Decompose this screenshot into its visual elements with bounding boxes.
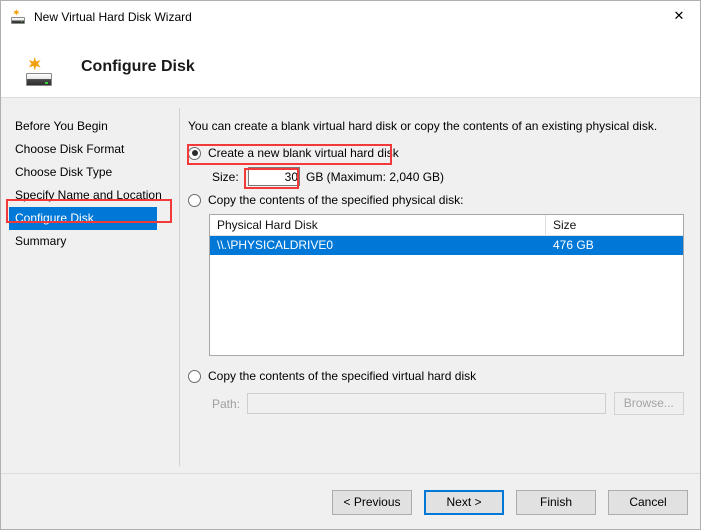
radio-label-create-blank-disk: Create a new blank virtual hard disk [208,146,399,160]
disk-list-header: Physical Hard Disk Size [210,215,683,236]
wizard-steps-sidebar: Before You Begin Choose Disk Format Choo… [1,115,179,253]
table-row[interactable]: \\.\PHYSICALDRIVE0 476 GB [210,236,683,255]
previous-button[interactable]: < Previous [332,490,412,515]
path-row: Path: Browse... [212,392,685,415]
sidebar-item-specify-name-and-location[interactable]: Specify Name and Location [1,184,179,207]
disk-body [25,72,53,87]
size-row: Size: GB (Maximum: 2,040 GB) [212,167,444,186]
sidebar-item-configure-disk[interactable]: Configure Disk [9,207,157,230]
header-new-hard-disk-icon [23,56,55,88]
sparkle-icon [28,56,41,71]
sidebar-item-before-you-begin[interactable]: Before You Begin [1,115,179,138]
disk-led [20,21,23,22]
size-input[interactable] [248,167,300,186]
cancel-button[interactable]: Cancel [608,490,688,515]
intro-text: You can create a blank virtual hard disk… [188,119,658,133]
radio-copy-physical-disk[interactable]: Copy the contents of the specified physi… [188,193,463,207]
window-title: New Virtual Hard Disk Wizard [34,9,192,24]
column-header-size[interactable]: Size [546,215,683,235]
wizard-main-pane: You can create a blank virtual hard disk… [188,98,690,473]
size-input-wrapper [248,167,300,186]
cell-disk-size: 476 GB [553,238,594,252]
cell-disk-name: \\.\PHYSICALDRIVE0 [217,238,334,252]
footer-button-group: < Previous Next > Finish Cancel [332,490,688,515]
radio-copy-virtual-disk[interactable]: Copy the contents of the specified virtu… [188,369,476,383]
path-input[interactable] [247,393,606,414]
new-hard-disk-icon [10,8,26,25]
size-label: Size: [212,169,239,184]
sidebar-divider [179,108,180,466]
wizard-body: Before You Begin Choose Disk Format Choo… [1,98,700,473]
sidebar-item-summary[interactable]: Summary [1,230,179,253]
radio-indicator-physical [188,193,201,207]
wizard-footer: < Previous Next > Finish Cancel [1,473,700,529]
sidebar-item-choose-disk-type[interactable]: Choose Disk Type [1,161,179,184]
page-title: Configure Disk [81,58,195,75]
size-suffix-label: GB (Maximum: 2,040 GB) [306,169,445,184]
close-button[interactable]: ✕ [656,1,700,31]
disk-led [44,82,48,84]
radio-indicator-blank [188,146,201,160]
column-header-physical-hard-disk[interactable]: Physical Hard Disk [210,215,546,235]
physical-disk-list[interactable]: Physical Hard Disk Size \\.\PHYSICALDRIV… [209,214,684,356]
path-label: Path: [212,396,241,411]
sidebar-item-choose-disk-format[interactable]: Choose Disk Format [1,138,179,161]
radio-create-blank-disk[interactable]: Create a new blank virtual hard disk [188,146,399,160]
finish-button[interactable]: Finish [516,490,596,515]
radio-indicator-virtual [188,369,201,383]
close-icon: ✕ [673,8,685,24]
text-caret [297,170,298,183]
next-button[interactable]: Next > [424,490,504,515]
page-header: Configure Disk [1,32,700,98]
browse-button[interactable]: Browse... [613,392,685,415]
wizard-window: New Virtual Hard Disk Wizard ✕ Configure… [0,0,701,530]
sparkle-icon [12,8,20,16]
radio-label-copy-virtual-disk: Copy the contents of the specified virtu… [208,369,477,383]
disk-body [11,16,25,24]
title-bar: New Virtual Hard Disk Wizard ✕ [1,1,700,32]
radio-label-copy-physical-disk: Copy the contents of the specified physi… [208,193,464,207]
